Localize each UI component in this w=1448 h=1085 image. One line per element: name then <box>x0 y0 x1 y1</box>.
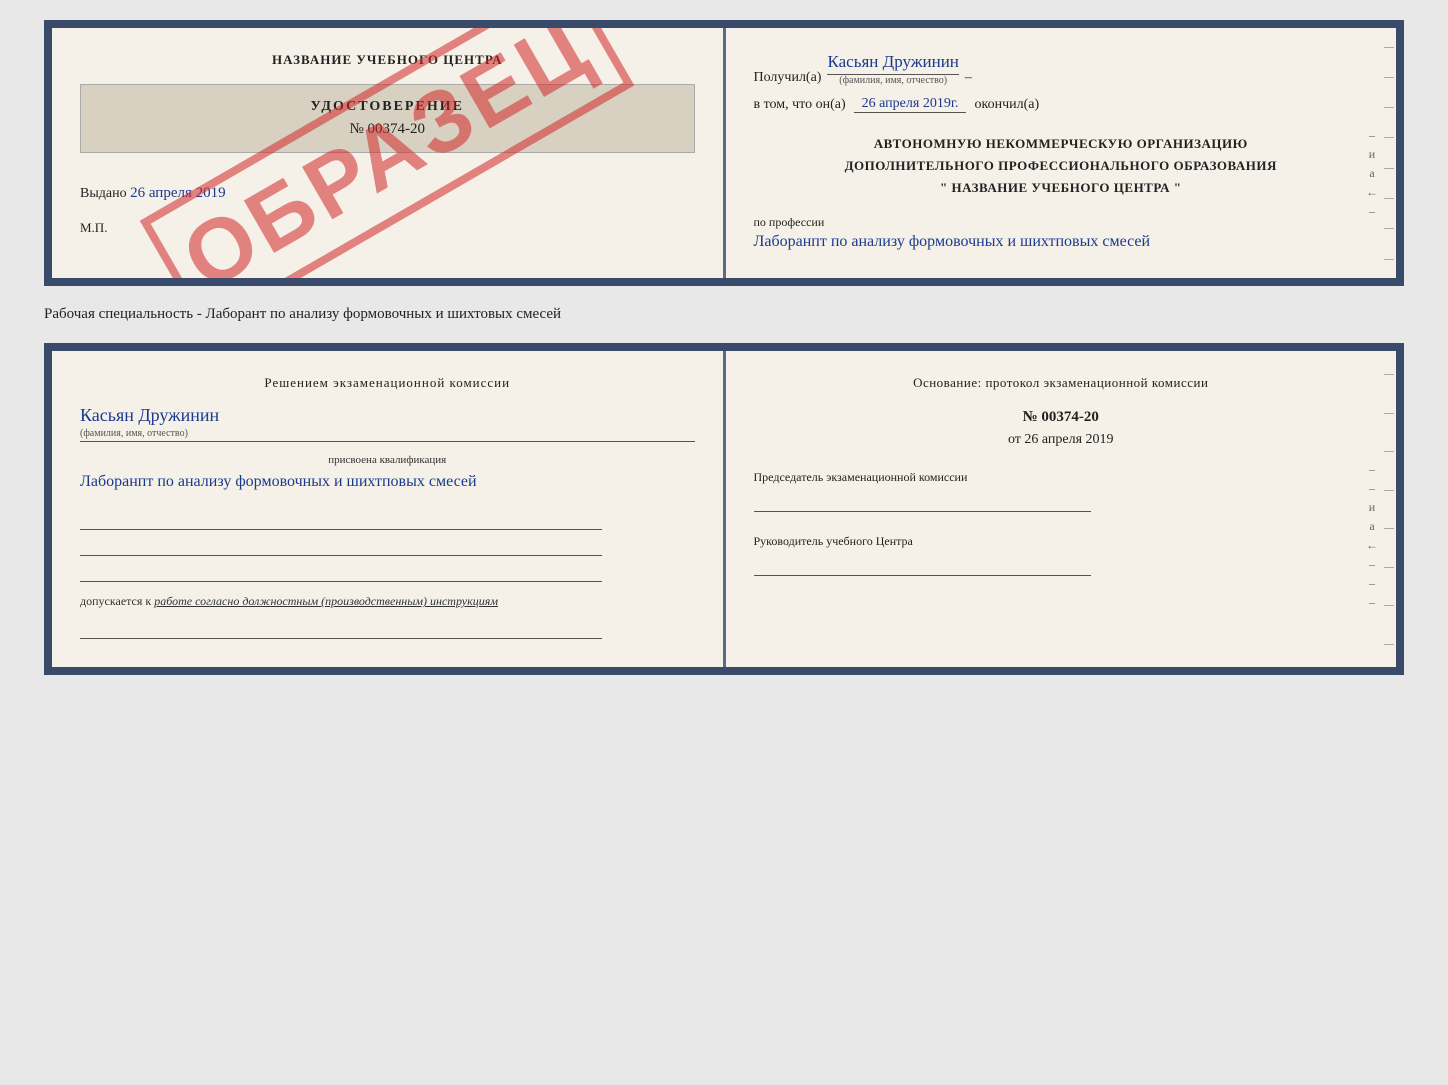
received-name: Касьян Дружинин <box>827 52 958 75</box>
specialty-text: Рабочая специальность - Лаборант по анал… <box>44 302 1404 327</box>
spine-line <box>1384 198 1394 199</box>
bottom-lines <box>80 508 695 582</box>
spine-line <box>1384 490 1394 491</box>
right-spine <box>1382 28 1396 278</box>
spine-line <box>1384 137 1394 138</box>
bottom-left-panel: Решением экзаменационной комиссии Касьян… <box>52 351 726 667</box>
protocol-date-value: 26 апреля 2019 <box>1024 432 1113 447</box>
underline-row <box>80 508 602 530</box>
underline-row <box>80 560 602 582</box>
top-document: НАЗВАНИЕ УЧЕБНОГО ЦЕНТРА УДОСТОВЕРЕНИЕ №… <box>44 20 1404 286</box>
допуск-value: работе согласно должностным (производств… <box>154 594 498 608</box>
spine-line <box>1384 228 1394 229</box>
top-left-panel: НАЗВАНИЕ УЧЕБНОГО ЦЕНТРА УДОСТОВЕРЕНИЕ №… <box>52 28 726 278</box>
spine-line <box>1384 107 1394 108</box>
date-suffix: окончил(а) <box>974 97 1039 113</box>
spine-line <box>1384 451 1394 452</box>
chairman-label: Председатель экзаменационной комиссии <box>754 468 1369 486</box>
org-line1: АВТОНОМНУЮ НЕКОММЕРЧЕСКУЮ ОРГАНИЗАЦИЮ <box>754 133 1369 155</box>
bottom-document: Решением экзаменационной комиссии Касьян… <box>44 343 1404 675</box>
protocol-number: № 00374-20 <box>754 409 1369 426</box>
bottom-right-panel: Основание: протокол экзаменационной коми… <box>726 351 1397 667</box>
received-line: Получил(а) Касьян Дружинин (фамилия, имя… <box>754 52 1369 86</box>
side-letters: – и а ← – <box>1366 128 1378 219</box>
spine-line <box>1384 528 1394 529</box>
underline-row <box>80 534 602 556</box>
issued-date-value: 26 апреля 2019 <box>130 185 226 201</box>
spine-line <box>1384 77 1394 78</box>
chairman-block: Председатель экзаменационной комиссии <box>754 468 1369 512</box>
person-name-bottom: Касьян Дружинин <box>80 405 695 426</box>
spine-line <box>1384 47 1394 48</box>
decision-title: Решением экзаменационной комиссии <box>80 375 695 391</box>
org-line2: ДОПОЛНИТЕЛЬНОГО ПРОФЕССИОНАЛЬНОГО ОБРАЗО… <box>754 155 1369 177</box>
received-dash: – <box>965 70 972 86</box>
protocol-date-prefix: от <box>1008 432 1021 447</box>
mp-label: М.П. <box>80 220 695 236</box>
qual-value: Лаборанпт по анализу формовочных и шихтп… <box>80 470 695 494</box>
org-line3: " НАЗВАНИЕ УЧЕБНОГО ЦЕНТРА " <box>754 177 1369 199</box>
head-block: Руководитель учебного Центра <box>754 532 1369 576</box>
top-right-panel: Получил(а) Касьян Дружинин (фамилия, имя… <box>726 28 1397 278</box>
spine-line <box>1384 413 1394 414</box>
protocol-date: от 26 апреля 2019 <box>754 432 1369 448</box>
cert-number: № 00374-20 <box>101 121 674 138</box>
spine-line <box>1384 374 1394 375</box>
top-left-title: НАЗВАНИЕ УЧЕБНОГО ЦЕНТРА <box>80 52 695 68</box>
issued-label: Выдано <box>80 186 127 201</box>
fio-hint-bottom: (фамилия, имя, отчество) <box>80 428 695 442</box>
certificate-box: УДОСТОВЕРЕНИЕ № 00374-20 <box>80 84 695 153</box>
cert-title: УДОСТОВЕРЕНИЕ <box>101 99 674 115</box>
org-block: АВТОНОМНУЮ НЕКОММЕРЧЕСКУЮ ОРГАНИЗАЦИЮ ДО… <box>754 133 1369 199</box>
side-letters-bottom: – – и а ← – – – <box>1366 462 1378 610</box>
issued-date: Выдано 26 апреля 2019 <box>80 185 695 202</box>
qual-label: присвоена квалификация <box>80 454 695 466</box>
head-label: Руководитель учебного Центра <box>754 532 1369 550</box>
date-line: в том, что он(а) 26 апреля 2019г. окончи… <box>754 96 1369 113</box>
chairman-sig-line <box>754 492 1092 512</box>
date-handwritten: 26 апреля 2019г. <box>854 96 967 113</box>
profession-value: Лаборанпт по анализу формовочных и шихтп… <box>754 230 1369 254</box>
spine-line <box>1384 168 1394 169</box>
head-sig-line <box>754 556 1092 576</box>
spine-line <box>1384 644 1394 645</box>
underline-row-bottom <box>80 617 602 639</box>
допуск-prefix: допускается к <box>80 594 151 608</box>
received-fio-hint: (фамилия, имя, отчество) <box>839 75 947 86</box>
received-prefix: Получил(а) <box>754 70 822 86</box>
spine-line <box>1384 605 1394 606</box>
right-spine-bottom <box>1382 351 1396 667</box>
spine-line <box>1384 259 1394 260</box>
date-prefix: в том, что он(а) <box>754 97 846 113</box>
spine-line <box>1384 567 1394 568</box>
profession-label: по профессии <box>754 215 1369 230</box>
допуск-text: допускается к работе согласно должностны… <box>80 594 695 609</box>
profession-section: по профессии Лаборанпт по анализу формов… <box>754 215 1369 254</box>
osnov-title: Основание: протокол экзаменационной коми… <box>754 375 1369 391</box>
